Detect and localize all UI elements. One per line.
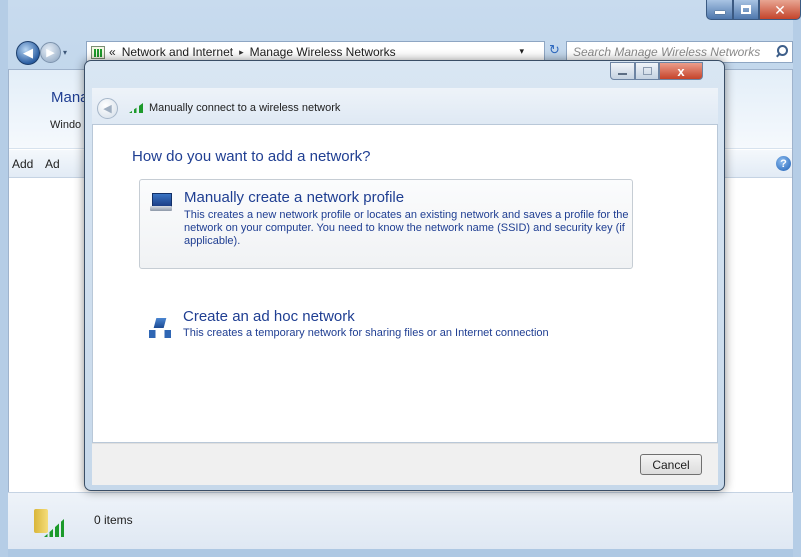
option-description: This creates a temporary network for sha…	[183, 327, 549, 339]
window-minimize-button[interactable]	[706, 0, 733, 20]
recent-pages-dropdown[interactable]: ▾	[63, 48, 67, 57]
arrow-right-icon: ▶	[46, 47, 55, 59]
address-chevron[interactable]: «	[109, 45, 116, 59]
wireless-networks-folder-icon	[34, 509, 64, 539]
dialog-titlebar[interactable]: x	[85, 61, 724, 89]
minimize-icon	[618, 73, 627, 75]
breadcrumb-network-and-internet[interactable]: Network and Internet	[122, 45, 233, 59]
close-icon: x	[677, 63, 685, 79]
dialog-body: How do you want to add a network? Manual…	[92, 124, 718, 443]
dialog-question: How do you want to add a network?	[132, 148, 371, 165]
option-title: Manually create a network profile	[184, 189, 405, 206]
maximize-icon	[741, 5, 751, 14]
breadcrumb-manage-wireless-networks[interactable]: Manage Wireless Networks	[250, 45, 396, 59]
window-frame-right	[793, 0, 801, 557]
dialog-minimize-button[interactable]	[610, 62, 635, 80]
search-placeholder: Search Manage Wireless Networks	[573, 45, 761, 59]
network-profile-icon	[150, 192, 172, 214]
page-subtitle: Windo	[50, 119, 82, 131]
address-dropdown-icon[interactable]: ▾	[519, 46, 524, 57]
cancel-button[interactable]: Cancel	[640, 454, 702, 475]
window-close-button[interactable]: ✕	[759, 0, 801, 20]
dialog-maximize-button	[635, 62, 659, 80]
arrow-left-icon: ◀	[23, 45, 33, 60]
window-frame-left	[0, 0, 8, 557]
search-icon[interactable]	[775, 45, 788, 57]
refresh-icon[interactable]: ↻	[549, 42, 565, 62]
forward-button[interactable]: ▶	[40, 42, 61, 63]
toolbar-item-2[interactable]: Ad	[45, 157, 60, 171]
breadcrumb-separator-icon[interactable]: ▸	[239, 47, 244, 58]
option-adhoc-network[interactable]: Create an ad hoc network This creates a …	[139, 306, 633, 362]
option-manual-profile[interactable]: Manually create a network profile This c…	[139, 179, 633, 269]
help-icon[interactable]: ?	[776, 156, 791, 171]
back-button[interactable]: ◀	[16, 41, 40, 65]
option-description: This creates a new network profile or lo…	[184, 209, 629, 247]
dialog-footer: Cancel	[92, 443, 718, 485]
close-icon: ✕	[774, 1, 786, 18]
adhoc-network-icon	[149, 318, 171, 340]
network-icon	[91, 45, 105, 59]
maximize-icon	[642, 67, 652, 75]
manual-connect-dialog: x ◀ Manually connect to a wireless netwo…	[84, 60, 725, 491]
dialog-back-button: ◀	[97, 98, 118, 119]
arrow-left-icon: ◀	[103, 103, 112, 115]
window-maximize-button[interactable]	[733, 0, 759, 20]
details-pane: 0 items	[8, 492, 793, 549]
dialog-close-button[interactable]: x	[659, 62, 703, 80]
add-button[interactable]: Add	[12, 157, 33, 171]
option-title: Create an ad hoc network	[183, 308, 355, 325]
dialog-title: Manually connect to a wireless network	[149, 102, 341, 114]
page-title: Mana	[51, 89, 89, 106]
minimize-icon	[714, 10, 725, 14]
item-count: 0 items	[94, 513, 133, 527]
